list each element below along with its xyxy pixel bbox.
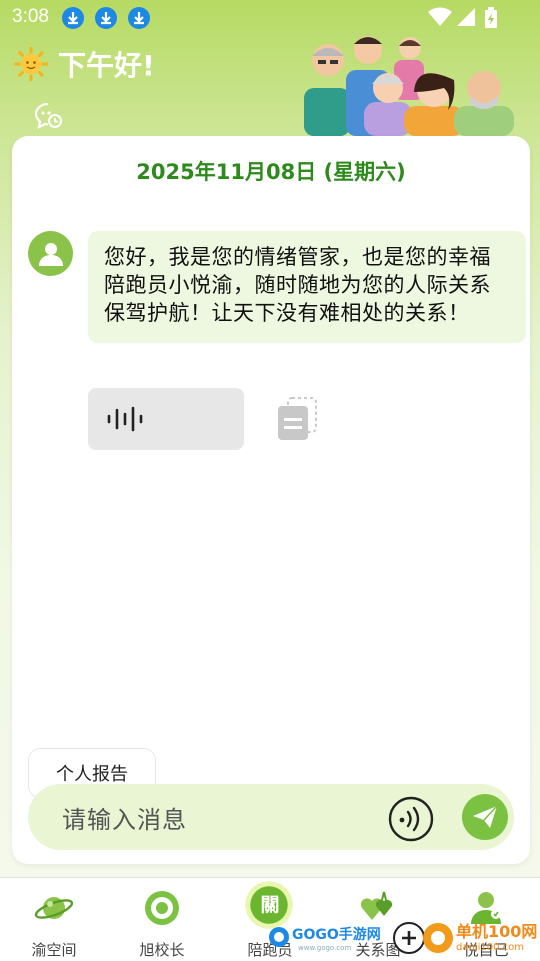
- gogo-watermark-text: GOGO手游网: [292, 927, 381, 943]
- voice-input-icon[interactable]: [388, 796, 434, 842]
- send-icon: [473, 805, 498, 828]
- signal-icon: [457, 8, 475, 26]
- tab-label: 渝空间: [31, 941, 77, 959]
- download-icon: [62, 7, 84, 29]
- tab-badge: 關: [260, 894, 280, 916]
- greeting-text: 下午好!: [58, 49, 155, 82]
- assistant-avatar: [28, 231, 73, 276]
- tab-principal[interactable]: 旭校长: [108, 878, 216, 961]
- send-button[interactable]: [462, 794, 508, 840]
- greeting-row: 下午好!: [14, 44, 155, 84]
- status-time: 3:08: [12, 6, 49, 27]
- voice-wave-icon: [107, 406, 143, 432]
- family-illustration: [304, 36, 514, 136]
- mood-icon[interactable]: [34, 102, 64, 134]
- assistant-message: 您好，我是您的情绪管家，也是您的幸福陪跑员小悦渝，随时随地为您的人际关系保驾护航…: [88, 231, 526, 343]
- planet-icon: [34, 897, 74, 919]
- gogo-watermark-url: www.gogo.com: [298, 944, 352, 952]
- danji-watermark-url: danji100.com: [456, 942, 524, 953]
- tab-yu-space[interactable]: 渝空间: [0, 878, 108, 961]
- gogo-logo-icon: [269, 927, 289, 947]
- danji-logo-icon: [393, 922, 453, 954]
- voice-play-button[interactable]: [88, 388, 244, 450]
- wifi-icon: [428, 7, 452, 26]
- danji-watermark-text: 单机100网: [456, 922, 538, 941]
- battery-icon: [485, 7, 497, 28]
- sun-icon: [14, 47, 48, 81]
- tab-label: 旭校长: [139, 941, 185, 959]
- copy-icon: [278, 397, 317, 440]
- target-icon: [145, 891, 179, 925]
- message-input-bar: 请输入消息: [28, 784, 514, 850]
- chat-date: 2025年11月08日 (星期六): [136, 160, 406, 184]
- message-input[interactable]: 请输入消息: [62, 800, 187, 835]
- person-icon: [38, 242, 63, 266]
- copy-button[interactable]: [276, 396, 320, 446]
- download-icon: [128, 7, 150, 29]
- download-icon: [95, 7, 117, 29]
